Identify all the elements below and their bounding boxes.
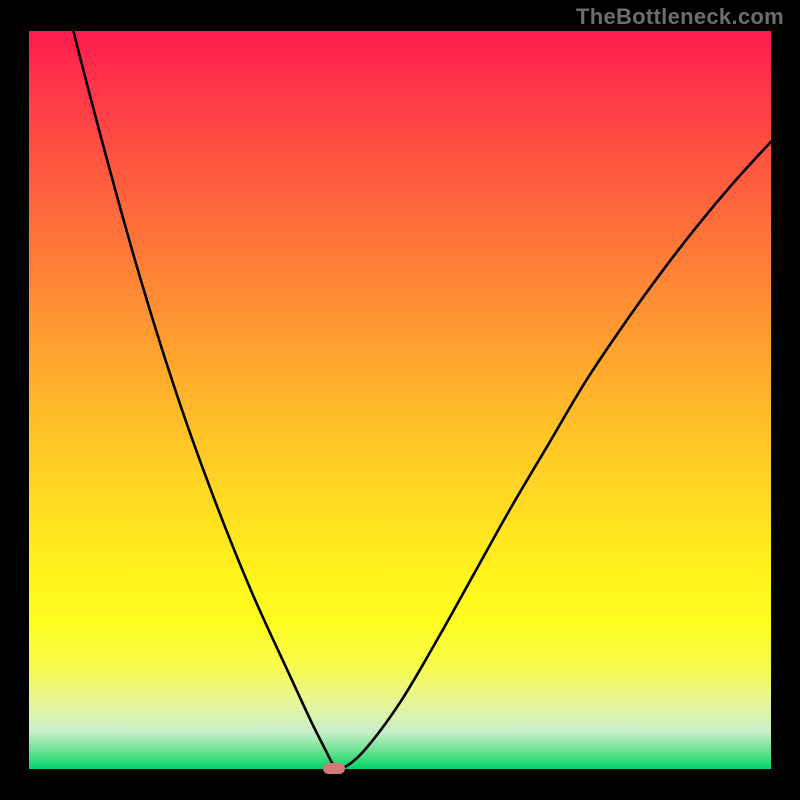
bottleneck-curve (29, 0, 771, 770)
curve-layer (0, 0, 800, 800)
optimal-marker (323, 763, 345, 774)
chart-frame: TheBottleneck.com (0, 0, 800, 800)
